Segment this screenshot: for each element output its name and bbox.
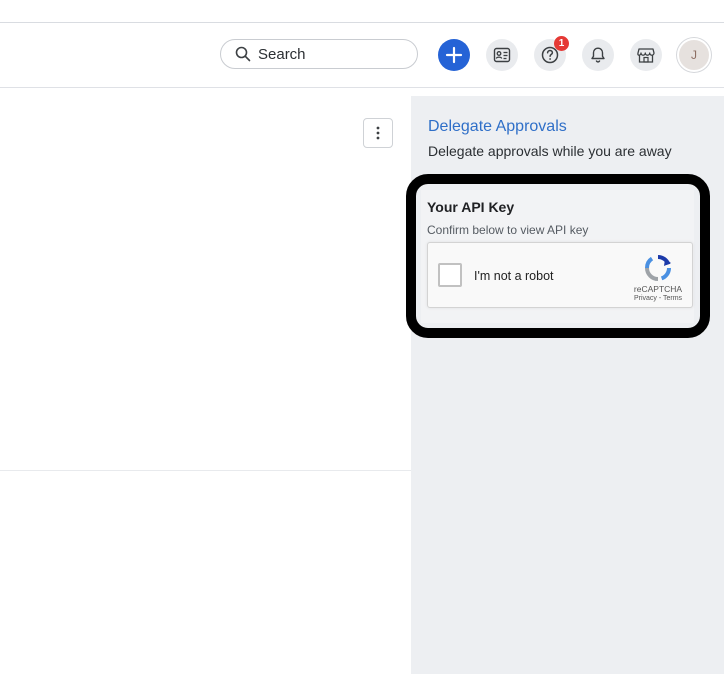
vertical-ellipsis-icon <box>376 126 380 140</box>
recaptcha-terms-link[interactable]: Terms <box>663 295 682 302</box>
help-button[interactable]: 1 <box>534 36 569 71</box>
delegate-approvals-description: Delegate approvals while you are away <box>428 143 672 159</box>
api-key-subtitle: Confirm below to view API key <box>427 223 589 237</box>
bell-icon <box>588 45 608 65</box>
top-strip <box>0 0 724 23</box>
recaptcha-checkbox[interactable] <box>438 263 462 287</box>
directory-button[interactable] <box>486 39 518 71</box>
search-icon <box>235 46 251 62</box>
search-input[interactable]: Search <box>220 39 418 69</box>
storefront-icon <box>636 45 656 65</box>
more-options-button[interactable] <box>363 118 393 148</box>
plus-icon <box>445 46 463 64</box>
api-key-title: Your API Key <box>427 199 515 215</box>
store-button[interactable] <box>630 39 662 71</box>
recaptcha-widget: I'm not a robot reCAPTCHA Privacy - Term… <box>427 242 693 308</box>
help-badge: 1 <box>554 36 569 51</box>
recaptcha-label: I'm not a robot <box>474 269 554 283</box>
id-card-icon <box>492 45 512 65</box>
recaptcha-privacy-link[interactable]: Privacy <box>634 295 657 302</box>
main-content-panel <box>0 88 411 471</box>
api-key-card: Your API Key Confirm below to view API k… <box>421 190 694 323</box>
recaptcha-brand: reCAPTCHA <box>633 284 683 294</box>
header-bar: Search 1 J <box>0 23 724 88</box>
avatar-initial: J <box>691 48 697 62</box>
delegate-approvals-link[interactable]: Delegate Approvals <box>428 118 567 136</box>
recaptcha-links: Privacy - Terms <box>626 295 690 302</box>
notifications-button[interactable] <box>582 39 614 71</box>
search-placeholder: Search <box>258 45 306 63</box>
right-sidebar: Delegate Approvals Delegate approvals wh… <box>406 96 724 674</box>
create-button[interactable] <box>438 39 470 71</box>
user-avatar[interactable]: J <box>677 38 711 72</box>
recaptcha-logo-icon <box>643 253 673 283</box>
